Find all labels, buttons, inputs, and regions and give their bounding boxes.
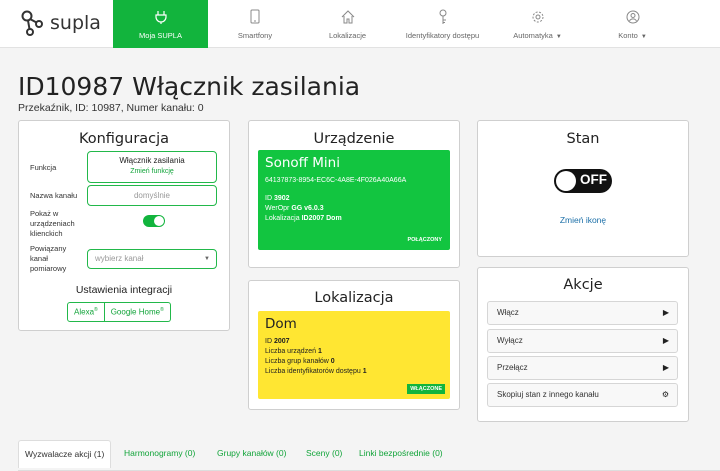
status-badge: POŁĄCZONY: [407, 237, 442, 243]
nav-item-label: Konto: [618, 30, 638, 40]
integrations-buttons: Alexa® Google Home®: [67, 302, 171, 322]
actions-title: Akcje: [563, 277, 603, 293]
devices-count: 1: [317, 348, 322, 355]
tab-channel-groups[interactable]: Grupy kanałów (0): [211, 440, 292, 466]
device-title: Urządzenie: [313, 131, 395, 147]
registered-mark: ®: [160, 307, 164, 313]
turn-on-button[interactable]: Włącz ▶: [487, 301, 678, 325]
play-icon: ▶: [662, 336, 669, 345]
chevron-down-icon: ▼: [204, 256, 210, 262]
chevron-down-icon: ▼: [640, 33, 647, 40]
state-panel: Stan OFF Zmień ikonę: [477, 120, 689, 257]
location-panel: Lokalizacja Dom ID 2007 Liczba urządzeń …: [248, 280, 460, 410]
location-id: 2007: [273, 338, 290, 345]
nav-automatyka[interactable]: Automatyka ▼: [495, 0, 580, 48]
channel-name-input[interactable]: domyślnie: [87, 185, 217, 206]
function-label: Funkcja: [30, 163, 57, 172]
access-ids-count: 1: [362, 368, 367, 375]
related-channel-select[interactable]: wybierz kanał ▼: [87, 249, 217, 269]
nav-item-label: Lokalizacje: [328, 30, 367, 40]
chevron-down-icon: ▼: [555, 33, 562, 40]
tab-action-triggers[interactable]: Wyzwalacze akcji (1): [18, 440, 112, 468]
copy-state-button[interactable]: Skopiuj stan z innego kanału ⚙: [487, 383, 678, 407]
groups-count: 0: [330, 358, 335, 365]
bottom-tabs: Wyzwalacze akcji (1) Harmonogramy (0) Gr…: [18, 440, 720, 471]
top-navbar: supla Moja SUPLA Smartfony Lokalizacje I…: [0, 0, 720, 48]
nav-moja-supla[interactable]: Moja SUPLA: [113, 0, 208, 48]
supla-logo[interactable]: supla: [20, 9, 101, 37]
device-id: 3902: [273, 195, 290, 202]
state-switch[interactable]: OFF: [554, 169, 612, 193]
home-icon: [341, 9, 355, 25]
tab-direct-links[interactable]: Linki bezpośrednie (0): [353, 440, 449, 466]
google-home-button[interactable]: Google Home®: [104, 302, 171, 322]
power-plug-icon: [154, 9, 168, 25]
key-icon: [438, 9, 448, 25]
turn-off-button[interactable]: Wyłącz ▶: [487, 329, 678, 353]
play-icon: ▶: [662, 363, 669, 372]
user-icon: [626, 9, 640, 25]
toggle-button[interactable]: Przełącz ▶: [487, 356, 678, 380]
smartphone-icon: [250, 9, 260, 25]
actions-panel: Akcje Włącz ▶ Wyłącz ▶ Przełącz ▶ Skopiuj s…: [477, 267, 689, 422]
nav-item-label: Moja SUPLA: [139, 30, 182, 40]
location-title: Lokalizacja: [314, 290, 394, 306]
device-location: ID2007 Dom: [301, 215, 342, 222]
state-title: Stan: [566, 131, 600, 147]
alexa-button[interactable]: Alexa®: [67, 302, 105, 322]
gear-icon: ⚙: [661, 390, 669, 399]
nav-identyfikatory[interactable]: Identyfikatory dostępu: [395, 0, 490, 48]
nav-smartfony[interactable]: Smartfony: [210, 0, 300, 48]
switch-text: OFF: [580, 172, 607, 187]
config-panel: Konfiguracja Funkcja Włącznik zasilania …: [18, 120, 230, 331]
play-icon: ▶: [662, 308, 669, 317]
device-panel: Urządzenie Sonoff Mini 64137873-8954-EC6…: [248, 120, 460, 268]
device-name: Sonoff Mini: [265, 155, 340, 171]
nav-item-label: Identyfikatory dostępu: [405, 30, 480, 40]
switch-knob: [556, 171, 576, 191]
brand-name: supla: [50, 12, 101, 34]
tab-scenes[interactable]: Sceny (0): [300, 440, 348, 466]
nav-item-label: Automatyka: [513, 30, 553, 40]
related-channel-label: Powiązany kanał pomiarowy: [30, 244, 67, 273]
tab-schedules[interactable]: Harmonogramy (0): [118, 440, 201, 466]
registered-mark: ®: [94, 307, 98, 313]
nav-konto[interactable]: Konto ▼: [590, 0, 675, 48]
location-name: Dom: [265, 316, 297, 332]
function-value: Włącznik zasilania: [119, 156, 185, 165]
change-icon-link[interactable]: Zmień ikonę: [478, 215, 688, 225]
gear-icon: [531, 9, 545, 25]
location-card[interactable]: Dom ID 2007 Liczba urządzeń 1 Liczba gru…: [258, 311, 450, 399]
integrations-title: Ustawienia integracji: [75, 284, 173, 296]
page-title: ID10987 Włącznik zasilania: [18, 72, 361, 101]
status-badge: WŁĄCZONE: [407, 384, 445, 394]
show-in-clients-label: Pokaż w urządzeniach klienckich: [30, 209, 75, 238]
nav-lokalizacje[interactable]: Lokalizacje: [305, 0, 390, 48]
related-channel-placeholder: wybierz kanał: [95, 254, 144, 263]
function-box: Włącznik zasilania Zmień funkcję: [87, 151, 217, 183]
nav-item-label: Smartfony: [237, 30, 273, 40]
page-subtitle: Przekaźnik, ID: 10987, Numer kanału: 0: [18, 102, 204, 114]
change-function-link[interactable]: Zmień funkcję: [88, 168, 216, 175]
device-firmware: GG v6.0.3: [291, 205, 324, 212]
channel-name-label: Nazwa kanału: [30, 191, 78, 200]
show-in-clients-toggle[interactable]: [143, 215, 165, 227]
device-guid: 64137873-8954-EC6C-4A8E-4F026A40A66A: [265, 177, 407, 184]
device-card[interactable]: Sonoff Mini 64137873-8954-EC6C-4A8E-4F02…: [258, 150, 450, 250]
supla-logo-icon: [21, 10, 43, 36]
config-title: Konfiguracja: [78, 131, 170, 147]
